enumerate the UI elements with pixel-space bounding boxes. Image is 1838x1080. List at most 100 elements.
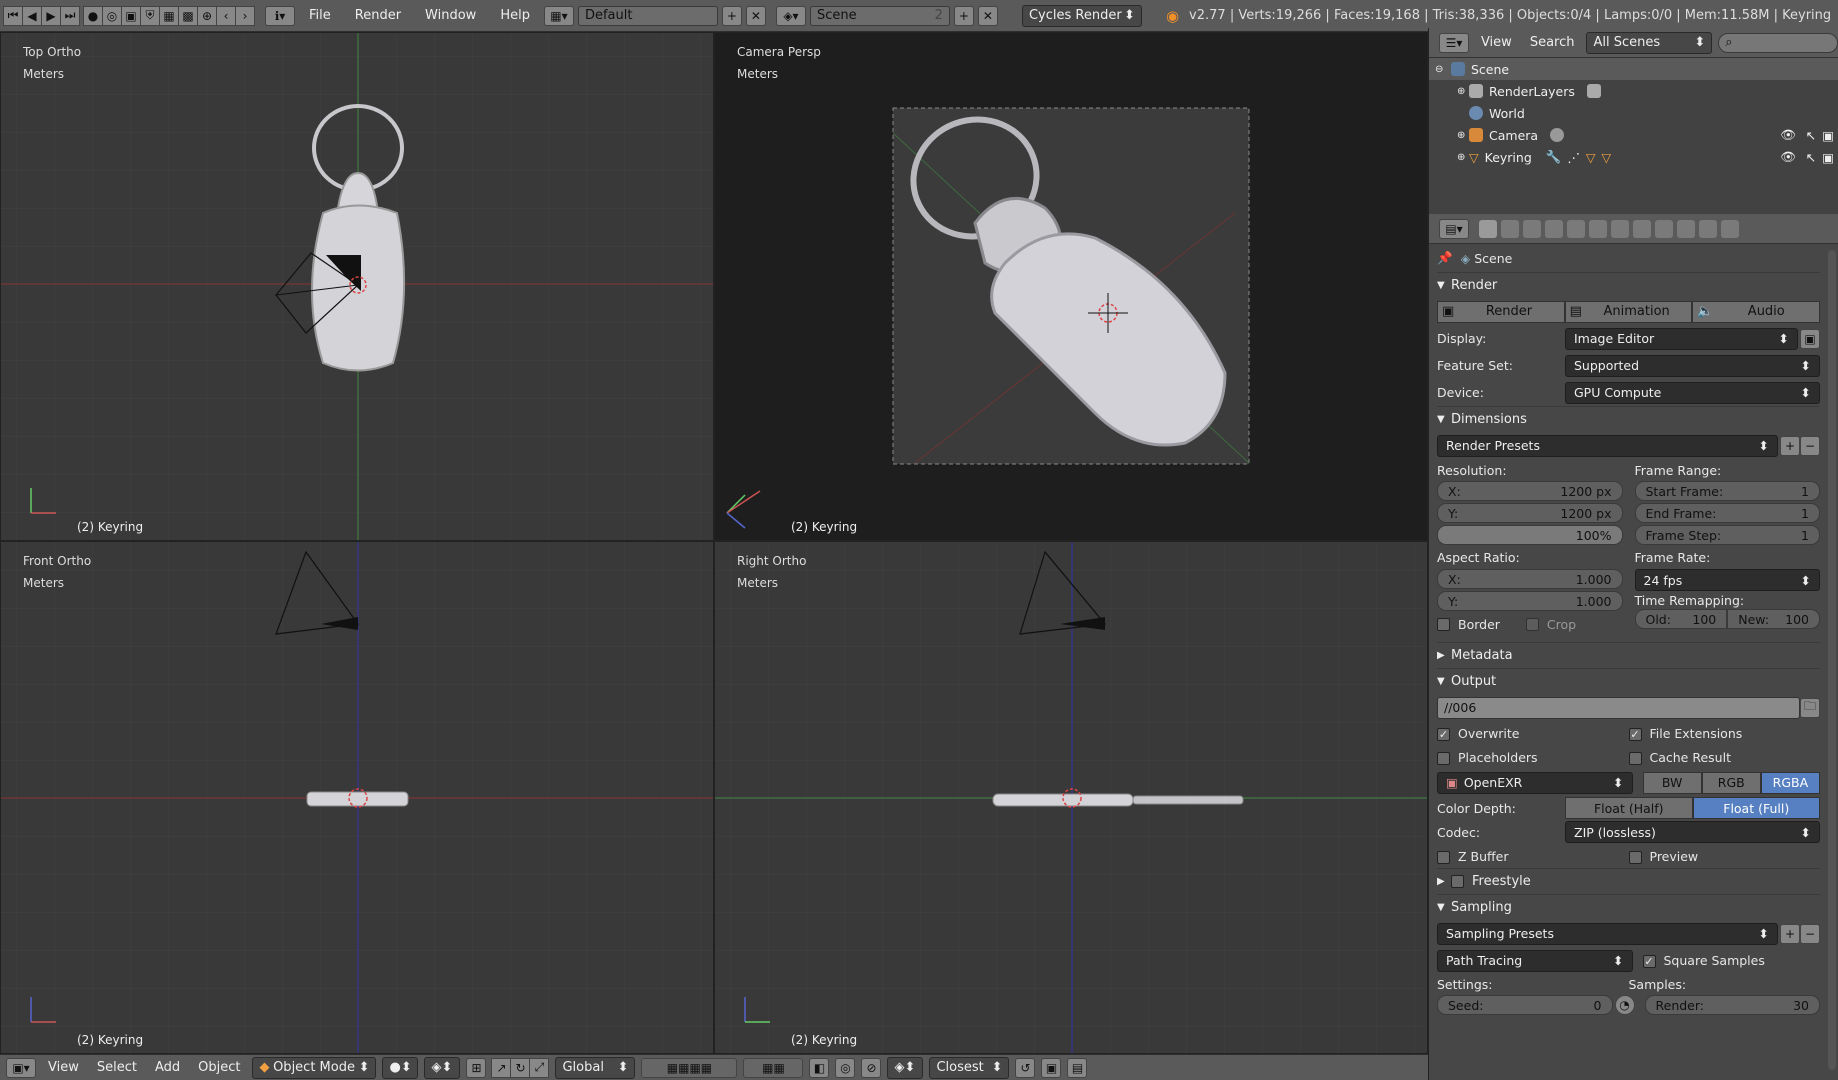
- audio-button[interactable]: 🔈 Audio: [1692, 300, 1821, 323]
- keying-icon[interactable]: ◎: [102, 5, 122, 26]
- editor-type-icon[interactable]: ▣▾: [6, 1057, 36, 1078]
- menu-window[interactable]: Window: [415, 8, 486, 23]
- checker-icon[interactable]: ▩: [178, 5, 198, 26]
- collapse-icon[interactable]: ⊖: [1435, 64, 1451, 75]
- pivot-dropdown[interactable]: ◈⬍: [424, 1056, 461, 1079]
- zbuffer-checkbox[interactable]: [1437, 850, 1450, 864]
- menu-object[interactable]: Object: [192, 1060, 246, 1075]
- render-tab-icon[interactable]: [1479, 219, 1497, 238]
- remove-preset-icon[interactable]: −: [1800, 435, 1820, 456]
- resolution-y-field[interactable]: Y: 1200 px: [1437, 503, 1623, 523]
- resolution-x-field[interactable]: X: 1200 px: [1437, 481, 1623, 501]
- eye-icon[interactable]: 👁: [1780, 127, 1796, 143]
- snap-icon[interactable]: ⊘: [861, 1057, 882, 1078]
- new-icon[interactable]: ▣: [121, 5, 141, 26]
- integrator-dropdown[interactable]: Path Tracing ⬍: [1437, 949, 1633, 972]
- cache-result-checkbox[interactable]: [1628, 751, 1642, 765]
- rgb-button[interactable]: RGB: [1701, 771, 1761, 794]
- border-checkbox[interactable]: [1437, 618, 1450, 631]
- panel-metadata-header[interactable]: ▶ Metadata: [1437, 642, 1820, 668]
- outliner-item-world[interactable]: World: [1429, 102, 1838, 124]
- particles-tab-icon[interactable]: [1699, 219, 1717, 238]
- preview-checkbox[interactable]: [1628, 850, 1642, 864]
- cursor-icon[interactable]: ↖: [1806, 128, 1816, 143]
- render-samples-field[interactable]: Render: 30: [1644, 995, 1820, 1015]
- translate-icon[interactable]: ↗: [491, 1057, 512, 1078]
- scale-icon[interactable]: ⤢: [529, 1057, 550, 1078]
- square-samples-checkbox[interactable]: ✓: [1642, 955, 1656, 968]
- jump-end-icon[interactable]: ⏭: [60, 5, 80, 26]
- outliner-item-keyring[interactable]: ⊕ ▽ Keyring 🔧 ⋰ ▽ ▽ 👁 ↖ ▣: [1429, 146, 1838, 168]
- info-editor-icon[interactable]: ℹ▾: [265, 5, 295, 26]
- scene-icon[interactable]: ◈▾: [775, 5, 806, 26]
- shading-dropdown[interactable]: ●⬍: [382, 1056, 419, 1079]
- remove-preset-icon[interactable]: −: [1800, 923, 1820, 944]
- lock-interface-icon[interactable]: ▣: [1800, 328, 1820, 349]
- world-tab-icon[interactable]: [1545, 219, 1563, 238]
- add-layout-icon[interactable]: +: [721, 5, 742, 26]
- expand-icon[interactable]: ⊕: [1457, 86, 1469, 97]
- jump-start-icon[interactable]: ⏮: [3, 5, 23, 26]
- eye-icon[interactable]: 👁: [1780, 149, 1796, 165]
- constraints-tab-icon[interactable]: [1589, 219, 1607, 238]
- time-old-field[interactable]: Old: 100: [1634, 609, 1728, 629]
- aspect-y-field[interactable]: Y: 1.000: [1437, 591, 1623, 611]
- display-dropdown[interactable]: Image Editor ⬍: [1565, 327, 1798, 350]
- menu-select[interactable]: Select: [91, 1060, 143, 1075]
- sampling-presets-dropdown[interactable]: Sampling Presets ⬍: [1437, 922, 1778, 945]
- device-dropdown[interactable]: GPU Compute ⬍: [1565, 381, 1820, 404]
- editor-type-icon[interactable]: ☰▾: [1439, 32, 1469, 53]
- add-preset-icon[interactable]: +: [1780, 923, 1800, 944]
- float-half-button[interactable]: Float (Half): [1565, 797, 1693, 819]
- expand-icon[interactable]: ⊕: [1457, 130, 1469, 141]
- menu-help[interactable]: Help: [490, 8, 540, 23]
- aspect-x-field[interactable]: X: 1.000: [1437, 569, 1623, 589]
- float-full-button[interactable]: Float (Full): [1692, 797, 1820, 819]
- properties-scrollbar[interactable]: [1828, 250, 1836, 1070]
- object-tab-icon[interactable]: [1567, 219, 1585, 238]
- file-format-dropdown[interactable]: ▣ OpenEXR ⬍: [1437, 771, 1633, 794]
- editor-type-icon[interactable]: ▤▾: [1439, 218, 1469, 239]
- placeholders-checkbox[interactable]: [1437, 751, 1450, 765]
- overwrite-checkbox[interactable]: ✓: [1437, 727, 1450, 741]
- data-tab-icon[interactable]: [1633, 219, 1651, 238]
- mode-dropdown[interactable]: ◆ Object Mode ⬍: [252, 1056, 377, 1079]
- animated-seed-icon[interactable]: ◔: [1614, 995, 1635, 1015]
- file-extensions-checkbox[interactable]: ✓: [1628, 727, 1642, 741]
- start-frame-field[interactable]: Start Frame: 1: [1634, 481, 1820, 501]
- arrow-right-icon[interactable]: ›: [235, 5, 255, 26]
- outliner-search-input[interactable]: ⌕: [1718, 32, 1838, 53]
- viewport-top-ortho[interactable]: Top Ortho Meters (2) Keyring: [0, 32, 714, 541]
- end-frame-field[interactable]: End Frame: 1: [1634, 503, 1820, 523]
- rgba-button[interactable]: RGBA: [1760, 771, 1821, 794]
- menu-file[interactable]: File: [299, 8, 341, 23]
- screen-layout-field[interactable]: Default: [577, 5, 718, 26]
- render-presets-dropdown[interactable]: Render Presets ⬍: [1437, 434, 1778, 457]
- modifiers-tab-icon[interactable]: [1611, 219, 1629, 238]
- frame-rate-dropdown[interactable]: 24 fps ⬍: [1634, 569, 1820, 591]
- folder-icon[interactable]: 🗀: [1799, 697, 1820, 718]
- render-toggle-icon[interactable]: ▣: [1822, 150, 1834, 165]
- panel-render-header[interactable]: ▼ Render: [1437, 272, 1820, 298]
- display-mode-dropdown[interactable]: All Scenes ⬍: [1586, 31, 1713, 54]
- snap-align-icon[interactable]: ↺: [1015, 1057, 1036, 1078]
- menu-view[interactable]: View: [42, 1060, 85, 1075]
- render-toggle-icon[interactable]: ▣: [1822, 128, 1834, 143]
- freestyle-checkbox[interactable]: [1451, 875, 1464, 888]
- viewport-camera-persp[interactable]: Camera Persp Meters (2) Keyring: [714, 32, 1428, 541]
- scene-field[interactable]: Scene 2: [809, 5, 950, 26]
- render-anim-icon[interactable]: ▤: [1067, 1057, 1088, 1078]
- menu-render[interactable]: Render: [345, 8, 411, 23]
- record-icon[interactable]: ●: [83, 5, 103, 26]
- screen-layout-icon[interactable]: ▦▾: [543, 5, 574, 26]
- render-image-icon[interactable]: ▣: [1041, 1057, 1062, 1078]
- outliner-item-renderlayers[interactable]: ⊕ RenderLayers: [1429, 80, 1838, 102]
- outliner-menu-search[interactable]: Search: [1524, 35, 1581, 50]
- snap-element-dropdown[interactable]: ◈⬍: [887, 1056, 924, 1079]
- codec-dropdown[interactable]: ZIP (lossless) ⬍: [1565, 821, 1820, 843]
- render-layers-tab-icon[interactable]: [1501, 219, 1519, 238]
- resolution-percent-field[interactable]: 100%: [1437, 525, 1623, 545]
- grid-icon[interactable]: ▦: [159, 5, 179, 26]
- play-icon[interactable]: ▶: [41, 5, 61, 26]
- expand-icon[interactable]: ⊕: [1457, 152, 1469, 163]
